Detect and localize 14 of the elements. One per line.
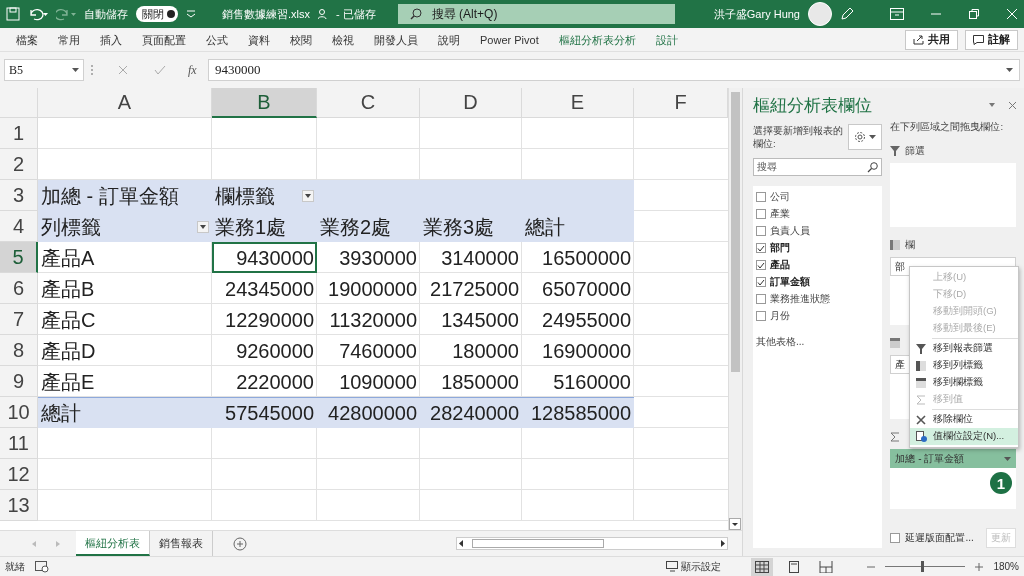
step-badge: 1 [990,472,1012,494]
defer-layout-label: 延遲版面配置... [905,531,974,545]
autosave-label: 自動儲存 [84,6,128,22]
cell-text: 列標籤 [41,214,102,240]
cell-text: 欄標籤 [215,183,276,209]
instruction-text: 在下列區域之間拖曳欄位: [890,120,1005,133]
instruction-text: 選擇要新增到報表的欄位: [753,124,844,150]
status-text: 就緒 [5,559,25,574]
user-name: 洪子盛Gary Hung [713,6,800,22]
save-status: - 已儲存 [336,6,376,22]
area-label: 篩選 [905,144,926,158]
pane-title: 樞紐分析表欄位 [753,94,873,117]
area-label: 欄 [905,238,916,252]
file-name: 銷售數據練習.xlsx [222,6,310,22]
